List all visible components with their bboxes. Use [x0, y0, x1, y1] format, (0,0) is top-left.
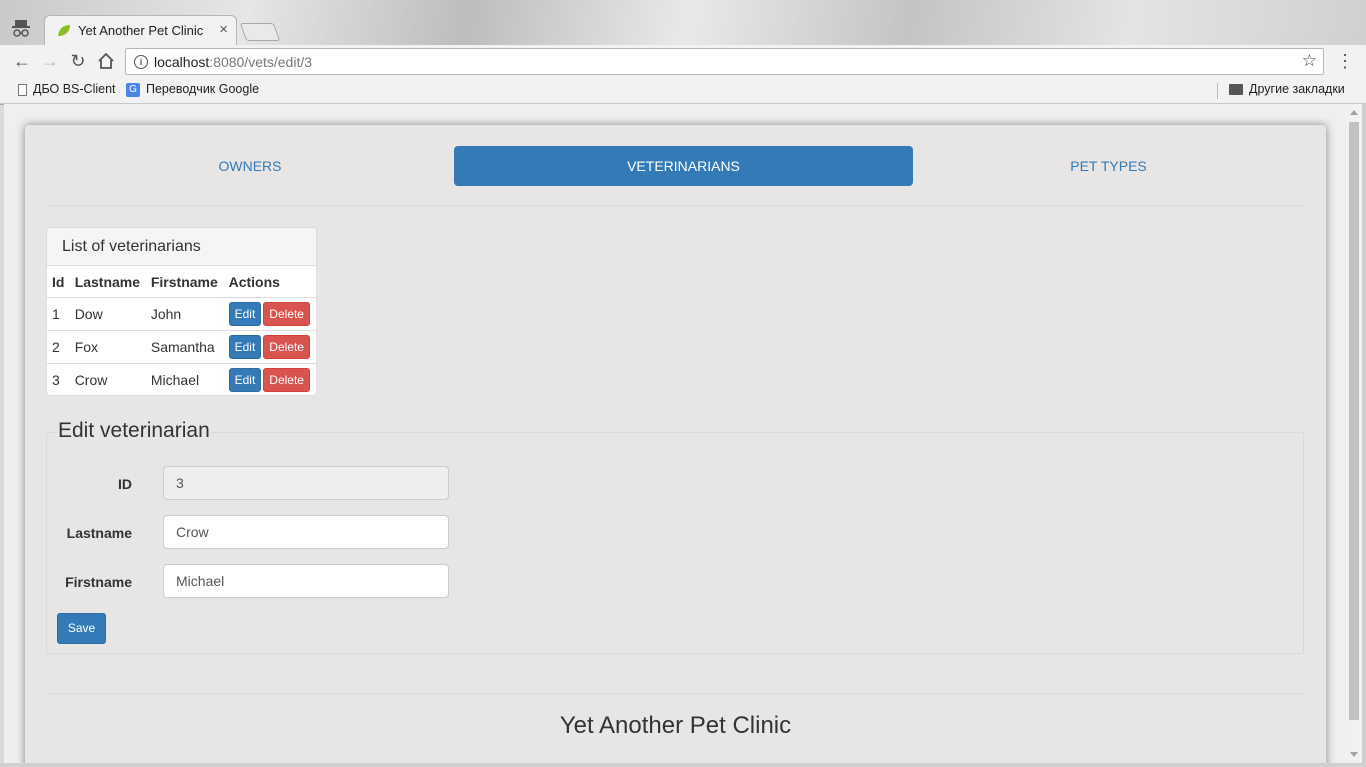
main-nav: OWNERS VETERINARIANS PET TYPES	[46, 146, 1304, 186]
cell-lastname: Dow	[69, 297, 146, 331]
cell-id: 3	[52, 372, 60, 388]
incognito-icon	[12, 20, 30, 37]
id-field[interactable]	[163, 466, 449, 500]
delete-button[interactable]: Delete	[263, 302, 310, 326]
page-scrollbar[interactable]	[1346, 104, 1362, 763]
cell-id: 1	[47, 297, 70, 331]
firstname-field[interactable]	[163, 564, 449, 598]
bookmark-star-icon[interactable]: ☆	[1302, 51, 1317, 71]
page-viewport: OWNERS VETERINARIANS PET TYPES List of v…	[4, 104, 1346, 763]
edit-vet-legend: Edit veterinarian	[57, 418, 211, 444]
column-header-firstname: Firstname	[145, 266, 224, 298]
table-header-row: Id Lastname Firstname Actions	[47, 266, 316, 298]
footer-divider	[46, 693, 1304, 694]
url-host: localhost	[154, 54, 210, 70]
vets-list-panel: List of veterinarians Id Lastname Firstn…	[46, 227, 317, 396]
bookmark-label: Переводчик Google	[146, 82, 260, 96]
document-icon	[18, 83, 27, 96]
new-tab-button[interactable]	[239, 23, 281, 41]
scroll-down-arrow-icon[interactable]	[1350, 752, 1358, 757]
delete-button[interactable]: Delete	[263, 335, 310, 359]
divider	[46, 205, 1304, 206]
url-text[interactable]: localhost:8080/vets/edit/3	[154, 54, 312, 70]
bookmarks-separator	[1217, 83, 1218, 99]
table-row: 3 Crow Michael Edit Delete	[47, 364, 316, 396]
scroll-up-arrow-icon[interactable]	[1350, 110, 1358, 115]
edit-button[interactable]: Edit	[228, 368, 262, 392]
main-container: OWNERS VETERINARIANS PET TYPES List of v…	[25, 125, 1326, 763]
cell-firstname: John	[145, 297, 224, 331]
cell-firstname: Samantha	[145, 330, 224, 364]
lastname-label: Lastname	[66, 525, 132, 541]
tab-title: Yet Another Pet Clinic	[78, 23, 204, 38]
lastname-field[interactable]	[163, 515, 449, 549]
edit-button[interactable]: Edit	[228, 335, 262, 359]
firstname-label: Firstname	[65, 574, 132, 590]
window-frame-bottom	[0, 763, 1366, 767]
table-row: 1 Dow John Edit Delete	[47, 297, 316, 331]
url-path: :8080/vets/edit/3	[209, 54, 313, 70]
cell-lastname: Crow	[74, 372, 108, 388]
home-icon[interactable]	[97, 52, 115, 70]
scroll-thumb[interactable]	[1349, 122, 1359, 720]
bookmarks-bar: ДБО BS-Client G Переводчик Google Другие …	[0, 78, 1366, 104]
column-header-lastname: Lastname	[69, 266, 146, 298]
nav-owners[interactable]: OWNERS	[46, 146, 454, 186]
edit-button[interactable]: Edit	[228, 302, 262, 326]
cell-actions: Edit Delete	[223, 330, 316, 364]
browser-tab[interactable]: Yet Another Pet Clinic ×	[44, 15, 237, 45]
browser-chrome: Yet Another Pet Clinic × ← → ↻ i localho…	[0, 0, 1366, 105]
column-header-id: Id	[47, 266, 70, 298]
leaf-favicon-icon	[58, 25, 70, 36]
bookmark-google-translate[interactable]: G Переводчик Google	[126, 82, 259, 97]
reload-icon[interactable]: ↻	[68, 51, 88, 71]
address-bar[interactable]: i localhost:8080/vets/edit/3 ☆	[125, 48, 1324, 75]
back-arrow-icon[interactable]: ←	[12, 51, 32, 71]
other-bookmarks-label: Другие закладки	[1249, 82, 1345, 96]
panel-title: List of veterinarians	[47, 228, 316, 266]
tab-close-icon[interactable]: ×	[219, 21, 228, 38]
cell-lastname: Fox	[69, 330, 146, 364]
cell-firstname: Michael	[150, 372, 200, 388]
vets-table: Id Lastname Firstname Actions 1 Dow John…	[47, 266, 316, 396]
info-icon[interactable]: i	[134, 55, 148, 69]
google-translate-icon: G	[126, 82, 140, 97]
cell-id: 2	[47, 330, 70, 364]
bookmark-label: ДБО BS-Client	[33, 82, 116, 96]
nav-pet-types[interactable]: PET TYPES	[913, 146, 1304, 186]
cell-actions: Edit Delete	[224, 364, 316, 396]
folder-icon	[1229, 84, 1243, 96]
window-frame-right	[1362, 104, 1366, 767]
footer-title: Yet Another Pet Clinic	[559, 712, 792, 739]
browser-menu-icon[interactable]: ⋮	[1336, 51, 1354, 72]
other-bookmarks[interactable]: Другие закладки	[1229, 82, 1345, 96]
delete-button[interactable]: Delete	[263, 368, 310, 392]
nav-veterinarians[interactable]: VETERINARIANS	[454, 146, 913, 186]
bookmark-dbo[interactable]: ДБО BS-Client	[18, 82, 116, 96]
forward-arrow-icon[interactable]: →	[40, 51, 60, 71]
column-header-actions: Actions	[223, 266, 316, 298]
save-button[interactable]: Save	[57, 613, 106, 644]
table-row: 2 Fox Samantha Edit Delete	[47, 330, 316, 364]
cell-actions: Edit Delete	[223, 297, 316, 331]
id-label: ID	[118, 476, 132, 492]
browser-toolbar: ← → ↻ i localhost:8080/vets/edit/3 ☆ ⋮	[0, 45, 1366, 78]
